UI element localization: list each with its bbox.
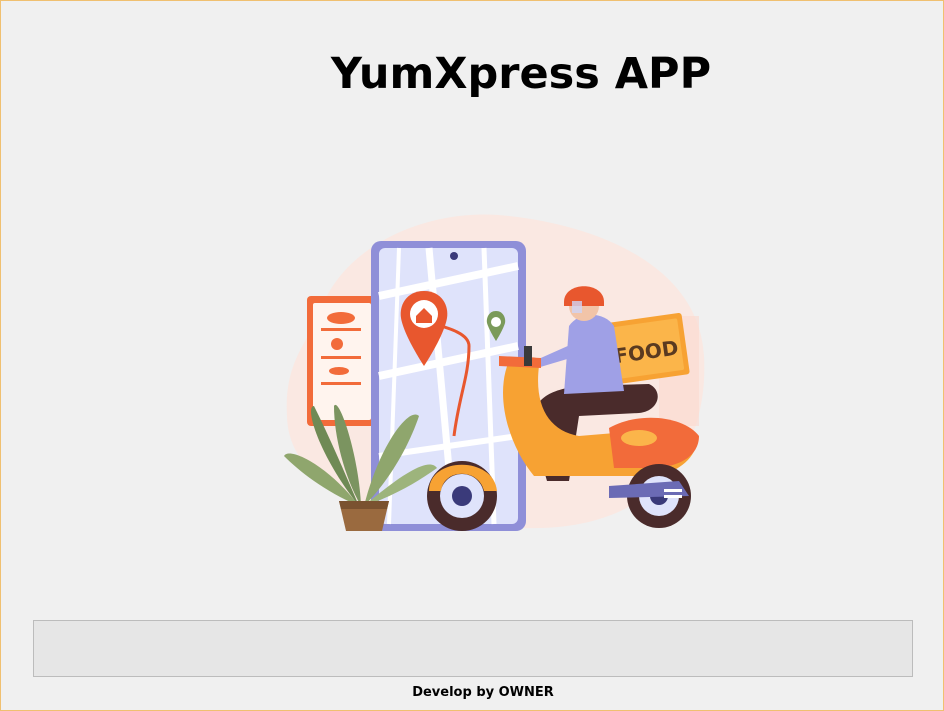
splash-window: YumXpress APP FOOD Develop by OWNER [0,0,944,711]
developer-credit: Develop by OWNER [412,685,554,700]
app-title: YumXpress APP [330,49,712,99]
menu-card-icon [307,296,377,426]
loading-progress-bar [33,620,913,677]
food-delivery-illustration: FOOD [284,214,705,531]
